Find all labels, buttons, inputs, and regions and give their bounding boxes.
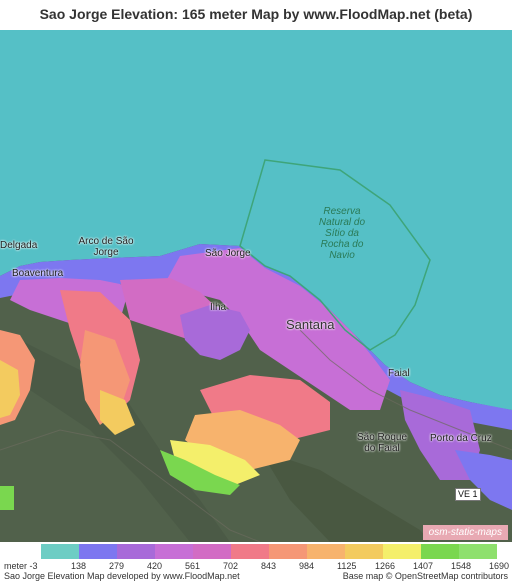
legend-swatch <box>155 544 193 559</box>
place-label-boaventura: Boaventura <box>12 268 64 279</box>
place-label-faial: Faial <box>388 368 410 379</box>
legend-swatch <box>383 544 421 559</box>
legend-tick-label: 420 <box>147 561 163 571</box>
legend-tick-label: 561 <box>185 561 201 571</box>
legend-tick-label: meter -3 <box>4 561 38 571</box>
legend-swatch <box>269 544 307 559</box>
map-canvas <box>0 159 512 542</box>
road-label-ve1: VE 1 <box>455 488 481 501</box>
footer-basemap-credit: Base map © OpenStreetMap contributors <box>342 571 508 581</box>
legend-swatch <box>459 544 497 559</box>
legend-swatch <box>41 544 79 559</box>
legend-swatch <box>307 544 345 559</box>
legend-tick-label: 984 <box>299 561 315 571</box>
legend-tick-label: 1407 <box>413 561 434 571</box>
place-label-arco-de-sao-jorge: Arco de São Jorge <box>78 236 134 258</box>
legend-swatch <box>345 544 383 559</box>
legend-swatches <box>41 544 497 559</box>
legend-tick-label: 1548 <box>451 561 472 571</box>
elevation-legend: meter -3 138 279 420 561 702 843 984 1125 1266 140… <box>0 542 512 582</box>
legend-tick-label: 843 <box>261 561 277 571</box>
legend-tick-label: 279 <box>109 561 125 571</box>
place-label-sao-jorge: São Jorge <box>205 248 251 259</box>
legend-swatch <box>193 544 231 559</box>
legend-swatch <box>421 544 459 559</box>
legend-tick-label: 138 <box>71 561 87 571</box>
place-label-sao-roque-do-faial: São Roque do Faial <box>356 432 408 454</box>
legend-tick-label: 1690 <box>489 561 510 571</box>
page-title: Sao Jorge Elevation: 165 meter Map by ww… <box>0 0 512 30</box>
legend-tick-label: 1266 <box>375 561 396 571</box>
osm-static-maps-badge[interactable]: osm-static-maps <box>422 525 508 540</box>
legend-swatch <box>117 544 155 559</box>
place-label-ilha: Ilha <box>210 302 227 313</box>
place-label-porto-da-cruz: Porto da Cruz <box>430 433 492 444</box>
reserve-label: Reserva Natural do Sítio da Rocha do Nav… <box>318 206 366 261</box>
legend-tick-label: 702 <box>223 561 239 571</box>
legend-tick-label: 1125 <box>337 561 357 571</box>
legend-swatch <box>231 544 269 559</box>
place-label-delgada: Delgada <box>0 240 38 251</box>
place-label-santana: Santana <box>286 317 335 332</box>
legend-swatch <box>79 544 117 559</box>
footer-credit[interactable]: Sao Jorge Elevation Map developed by www… <box>4 571 240 581</box>
elevation-map[interactable]: Delgada Arco de São Jorge Boaventura São… <box>0 30 512 542</box>
